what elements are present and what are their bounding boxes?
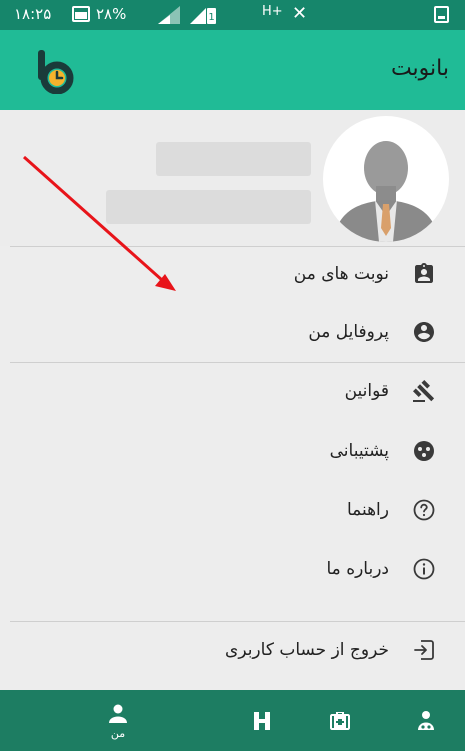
menu-item-support[interactable]: پشتیبانی xyxy=(0,422,465,480)
battery-percent: ۲۸% xyxy=(96,5,127,23)
mute-icon: ✕ xyxy=(292,3,308,24)
svg-text:1: 1 xyxy=(208,12,214,23)
menu-item-my-profile[interactable]: پروفایل من xyxy=(0,303,465,361)
app-title: بانوبت xyxy=(390,56,449,81)
gavel-icon xyxy=(411,378,437,404)
nav-item-doctors[interactable] xyxy=(396,690,456,751)
profile-header xyxy=(0,110,465,246)
notification-icon xyxy=(434,6,449,23)
account-circle-icon xyxy=(411,319,437,345)
menu-label: پروفایل من xyxy=(308,322,389,342)
app-bar: بانوبت xyxy=(0,30,465,110)
menu-label: راهنما xyxy=(346,500,389,520)
nav-item-me[interactable]: من xyxy=(88,690,148,751)
person-icon xyxy=(109,704,127,723)
user-name-placeholder xyxy=(156,142,311,176)
network-type: H+ xyxy=(262,4,283,19)
menu-label: درباره ما xyxy=(326,559,390,579)
menu-label: خروج از حساب کاربری xyxy=(225,640,389,660)
help-circle-icon xyxy=(411,497,437,523)
menu-item-logout[interactable]: خروج از حساب کاربری xyxy=(0,621,465,679)
bottom-navigation: من xyxy=(0,690,465,751)
assignment-ind-icon xyxy=(411,261,437,287)
menu-label: نوبت های من xyxy=(293,264,389,284)
default-avatar-icon xyxy=(333,141,439,242)
menu-label: قوانین xyxy=(344,381,389,401)
battery-icon xyxy=(72,6,90,22)
nav-item-medical[interactable] xyxy=(310,690,370,751)
menu-item-help[interactable]: راهنما xyxy=(0,481,465,539)
status-time: ۱۸:۲۵ xyxy=(14,5,52,23)
menu-label: پشتیبانی xyxy=(329,441,389,461)
support-icon xyxy=(411,438,437,464)
user-phone-placeholder xyxy=(106,190,311,224)
menu-item-my-appointments[interactable]: نوبت های من xyxy=(0,245,465,303)
nav-label: من xyxy=(110,726,126,740)
status-bar: ۱۸:۲۵ ۲۸% 1 H+ ✕ xyxy=(0,0,465,30)
banobat-logo-icon[interactable] xyxy=(35,50,75,94)
menu-item-about-us[interactable]: درباره ما xyxy=(0,540,465,598)
info-icon xyxy=(411,556,437,582)
avatar[interactable] xyxy=(323,116,449,242)
menu-item-rules[interactable]: قوانین xyxy=(0,362,465,420)
signal-strength-icon xyxy=(158,6,180,24)
doctors-icon xyxy=(418,710,434,730)
sim-signal-icon: 1 xyxy=(190,8,216,24)
nav-item-hospitals[interactable] xyxy=(232,690,292,751)
medical-kit-icon xyxy=(330,711,350,730)
logout-icon xyxy=(411,637,437,663)
hospital-h-icon xyxy=(254,711,270,730)
